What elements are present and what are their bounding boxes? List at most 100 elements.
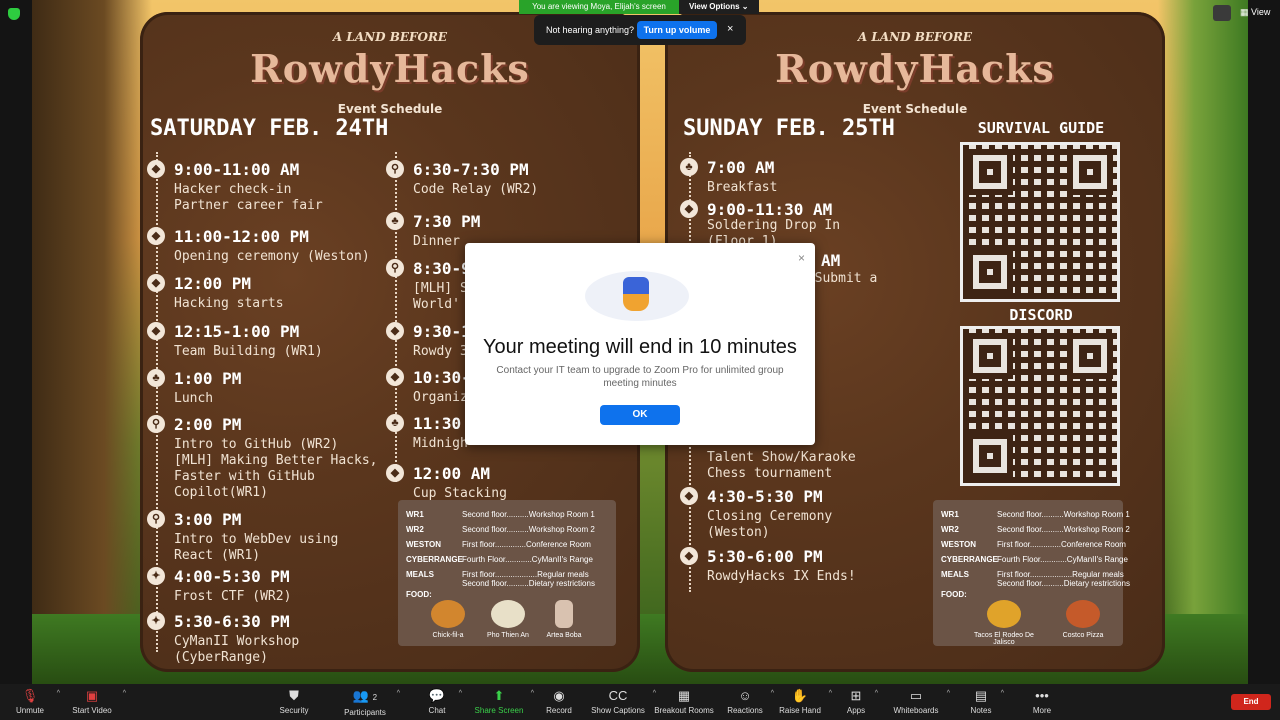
qr-finder <box>967 249 1013 295</box>
survival-guide-qr[interactable] <box>960 142 1120 302</box>
start-video-button[interactable]: ▣ Start Video ^ <box>68 684 126 720</box>
share-screen-icon: ⬆ <box>493 688 505 703</box>
dino-icon: ◆ <box>147 160 165 178</box>
event-time: 9:30-1 <box>413 322 471 341</box>
chevron-up-icon[interactable]: ^ <box>1001 690 1004 697</box>
reactions-button[interactable]: ☺ Reactions ^ <box>726 684 774 720</box>
event-desc: Team Building (WR1) <box>174 344 323 359</box>
meeting-toolbar: 🎙 Unmute ^ ▣ Start Video ^ ⛊ Security 👥 2 Part… <box>0 684 1280 720</box>
microphone-muted-icon: 🎙 <box>21 688 39 703</box>
chevron-up-icon[interactable]: ^ <box>531 690 534 697</box>
event-schedule-label: Event Schedule <box>862 102 968 116</box>
event-desc: Hacking starts <box>174 296 284 311</box>
magnifier-icon: ⚲ <box>386 259 404 277</box>
dino-icon: ◆ <box>386 464 404 482</box>
event-schedule-label: Event Schedule <box>337 102 443 116</box>
camera-icon[interactable] <box>1213 5 1231 21</box>
discord-title: DISCORD <box>1009 306 1073 324</box>
close-icon[interactable]: × <box>798 251 805 265</box>
apps-button[interactable]: ⊞ Apps ^ <box>844 684 878 720</box>
dino-icon: ◆ <box>386 368 404 386</box>
boba-icon <box>555 600 573 628</box>
chevron-up-icon[interactable]: ^ <box>875 690 878 697</box>
legend-row: MEALS First floor...................Regul… <box>941 570 1124 579</box>
people-icon: 👥 2 <box>352 688 378 703</box>
left-foliage <box>32 0 152 684</box>
event-time: 4:00-5:30 PM <box>174 567 290 586</box>
food-label: FOOD: <box>406 590 432 599</box>
sparkle-icon: ✦ <box>147 567 165 585</box>
share-screen-button[interactable]: ⬆ Share Screen ^ <box>474 684 534 720</box>
security-button[interactable]: ⛊ Security <box>274 684 314 720</box>
event-desc: Midnigh <box>413 436 468 451</box>
event-time: 12:15-1:00 PM <box>174 322 300 341</box>
chat-button[interactable]: 💬 Chat ^ <box>422 684 462 720</box>
ok-button[interactable]: OK <box>600 405 680 425</box>
event-desc: Lunch <box>174 391 214 406</box>
chevron-up-icon[interactable]: ^ <box>771 690 774 697</box>
hourglass-icon <box>623 277 649 311</box>
view-button[interactable]: ▦ View <box>1240 7 1270 18</box>
chevron-up-icon[interactable]: ^ <box>57 690 60 697</box>
dino-icon: ◆ <box>680 487 698 505</box>
chat-icon: 💬 <box>428 688 446 703</box>
chevron-up-icon[interactable]: ^ <box>459 690 462 697</box>
event-desc: Opening ceremony (Weston) <box>174 249 370 264</box>
notes-button[interactable]: ▤ Notes ^ <box>968 684 1004 720</box>
notes-icon: ▤ <box>974 688 988 703</box>
rowdyhacks-logo: RowdyHacks <box>775 46 1055 91</box>
day-heading: SATURDAY FEB. 24TH <box>150 116 389 141</box>
location-legend: WR1 Second floor..........Workshop Room 1… <box>933 500 1130 646</box>
qr-finder <box>967 149 1013 195</box>
whiteboards-button[interactable]: ▭ Whiteboards ^ <box>892 684 950 720</box>
turn-up-volume-button[interactable]: Turn up volume <box>637 21 717 39</box>
chevron-up-icon[interactable]: ^ <box>397 690 400 697</box>
event-time: 11:00-12:00 PM <box>174 227 309 246</box>
legend-row: MEALS First floor...................Regul… <box>406 570 589 579</box>
food-item: Tacos El Rodeo De Jalisco <box>969 600 1039 646</box>
discord-qr[interactable] <box>960 326 1120 486</box>
event-desc: Talent Show/Karaoke Chess tournament <box>707 450 856 481</box>
event-time: 1:00 PM <box>174 369 242 388</box>
more-button[interactable]: ••• More <box>1030 684 1054 720</box>
hourglass-illustration <box>585 271 689 321</box>
magnifier-icon: ⚲ <box>147 415 165 433</box>
captions-button[interactable]: CC Show Captions ^ <box>590 684 656 720</box>
event-desc: Rowdy 3 <box>413 344 468 359</box>
event-time: 8:30-9 <box>413 259 471 278</box>
meeting-end-dialog: × Your meeting will end in 10 minutes Co… <box>465 243 815 445</box>
participants-button[interactable]: 👥 2 Participants ^ <box>340 684 400 720</box>
end-meeting-button[interactable]: End <box>1231 694 1271 710</box>
grid-icon: ▦ <box>677 688 691 703</box>
event-time: AM <box>821 251 841 270</box>
event-desc: Code Relay (WR2) <box>413 182 539 197</box>
close-icon[interactable]: × <box>727 23 733 35</box>
location-legend: WR1 Second floor..........Workshop Room 1… <box>398 500 616 646</box>
chevron-up-icon[interactable]: ^ <box>829 690 832 697</box>
record-button[interactable]: ◉ Record <box>544 684 574 720</box>
chevron-up-icon[interactable]: ^ <box>123 690 126 697</box>
encryption-shield-icon[interactable] <box>8 8 20 20</box>
food-label: FOOD: <box>941 590 967 599</box>
event-time: 5:30-6:30 PM <box>174 612 290 631</box>
breakout-rooms-button[interactable]: ▦ Breakout Rooms <box>654 684 714 720</box>
leaf-icon: ♣ <box>386 212 404 230</box>
legend-row: WR1 Second floor..........Workshop Room 1 <box>941 510 1130 519</box>
unmute-button[interactable]: 🎙 Unmute ^ <box>10 684 60 720</box>
view-options-button[interactable]: View Options ⌄ <box>679 0 759 14</box>
chevron-up-icon[interactable]: ^ <box>947 690 950 697</box>
legend-row: CYBERRANGEFourth Floor............CyManI… <box>941 555 1128 564</box>
event-desc: Breakfast <box>707 180 778 195</box>
grid-icon: ▦ <box>1240 7 1249 17</box>
video-off-icon: ▣ <box>85 688 99 703</box>
magnifier-icon: ⚲ <box>386 160 404 178</box>
qr-finder <box>967 433 1013 479</box>
dino-icon: ◆ <box>147 322 165 340</box>
event-time: 10:30- <box>413 368 471 387</box>
raise-hand-button[interactable]: ✋ Raise Hand ^ <box>778 684 832 720</box>
event-desc: CyManII Workshop (CyberRange) <box>174 634 300 665</box>
legend-row: WR2 Second floor..........Workshop Room 2 <box>941 525 1130 534</box>
legend-row: WESTON First floor..............Conferenc… <box>941 540 1126 549</box>
right-foliage <box>1158 0 1248 684</box>
shield-icon: ⛊ <box>289 688 299 703</box>
